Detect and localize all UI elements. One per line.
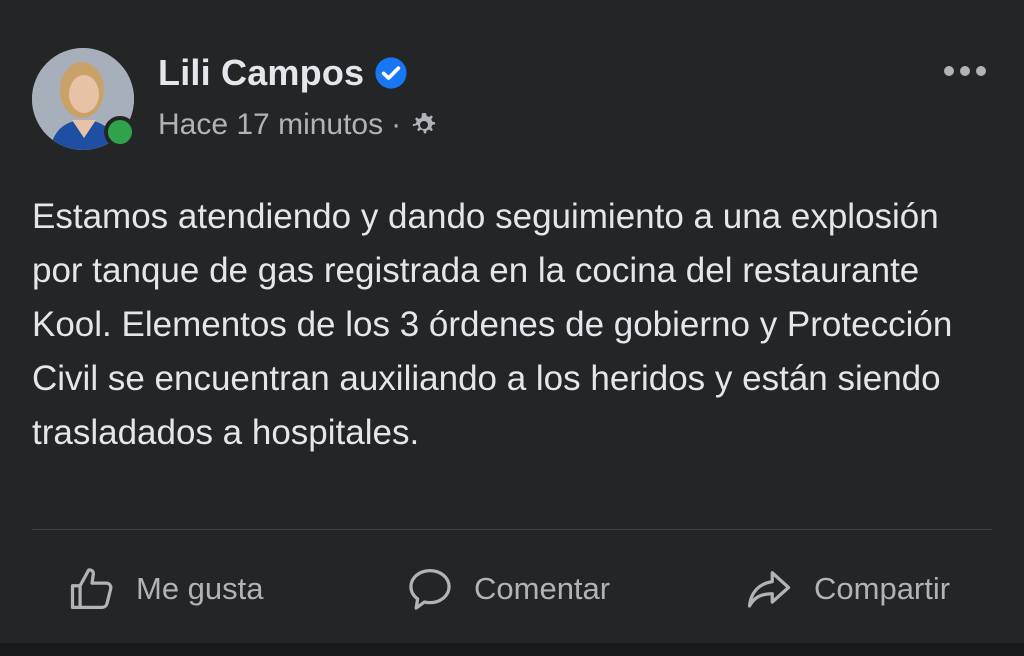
share-button[interactable]: Compartir <box>742 552 950 626</box>
share-icon <box>747 571 791 608</box>
like-button[interactable]: Me gusta <box>66 552 264 626</box>
actions-divider <box>32 529 992 530</box>
post-timestamp[interactable]: Hace 17 minutos <box>158 108 383 142</box>
post-meta: Hace 17 minutos · <box>158 108 439 142</box>
post-actions: Me gusta Comentar Compartir <box>0 552 1024 632</box>
meta-separator: · <box>391 108 402 141</box>
verified-badge-icon <box>375 57 407 89</box>
avatar-container[interactable] <box>32 48 136 150</box>
comment-icon <box>409 568 451 610</box>
thumbs-up-icon <box>70 568 113 610</box>
more-options-icon <box>944 66 986 76</box>
author-row: Lili Campos <box>158 52 408 94</box>
author-name[interactable]: Lili Campos <box>158 52 364 94</box>
post-text: Estamos atendiendo y dando seguimiento a… <box>32 197 953 452</box>
bottom-divider <box>0 643 1024 656</box>
comment-label: Comentar <box>474 571 611 606</box>
more-options-button[interactable] <box>940 56 990 86</box>
like-label: Me gusta <box>136 571 264 606</box>
online-status-dot <box>104 116 136 148</box>
gear-icon[interactable] <box>409 110 439 140</box>
post-card: Lili Campos Hace 17 minutos · Estamos at… <box>0 0 1024 656</box>
comment-button[interactable]: Comentar <box>404 552 610 626</box>
share-label: Compartir <box>814 571 951 606</box>
post-header: Lili Campos Hace 17 minutos · <box>32 48 992 158</box>
